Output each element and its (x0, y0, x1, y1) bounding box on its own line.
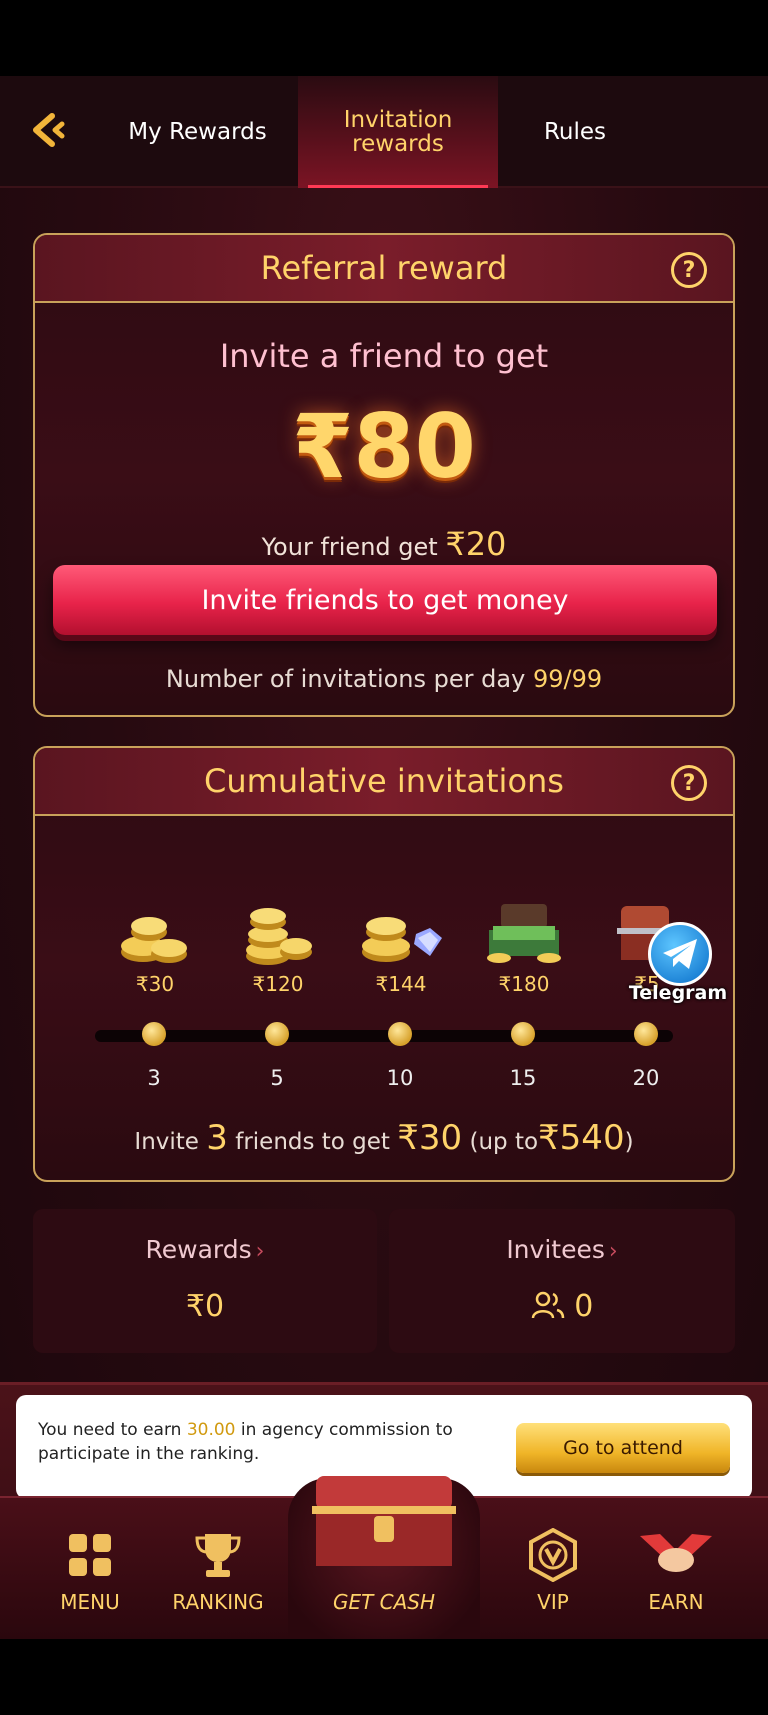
top-tab-bar: My Rewards Invitation rewards Rules (0, 76, 768, 188)
invitees-label: Invitees › (389, 1235, 735, 1264)
coins-gems-icon (346, 898, 456, 968)
invite-friend-text: Invite a friend to get (219, 337, 549, 375)
system-nav-bar (0, 1639, 768, 1715)
invitees-label-text: Invitees (506, 1235, 605, 1264)
friend-reward-amount: ₹20 (445, 525, 507, 563)
nav-label: EARN (648, 1590, 704, 1614)
tab-label: Invitation rewards (343, 106, 453, 157)
per-day-value: 99/99 (532, 665, 603, 693)
milestone-item: ₹120 (223, 898, 333, 996)
nav-menu[interactable]: MENU (30, 1526, 150, 1614)
nav-get-cash[interactable]: GET CASH (288, 1476, 480, 1639)
bottom-nav: MENU RANKING GET CASH VIP EARN (0, 1476, 768, 1639)
nav-ranking[interactable]: RANKING (158, 1526, 278, 1614)
friend-reward-label: Your friend get (261, 533, 438, 561)
milestone-count: 15 (509, 1066, 537, 1090)
chevron-right-icon: › (608, 1239, 618, 1264)
invitees-value-row: 0 (389, 1289, 735, 1324)
summary-text: Invite (134, 1129, 199, 1155)
rewards-label-text: Rewards (145, 1235, 252, 1264)
milestone-dot (142, 1022, 166, 1046)
per-day-label: Number of invitations per day (165, 665, 526, 693)
referral-reward-card: Referral reward ? Invite a friend to get… (33, 233, 735, 717)
treasure-chest-icon (304, 1472, 464, 1572)
app-screen: My Rewards Invitation rewards Rules Refe… (0, 76, 768, 1639)
telegram-icon (648, 922, 712, 986)
chevron-right-icon: › (255, 1239, 265, 1264)
milestone-amount: ₹144 (375, 972, 427, 996)
progress-track (95, 1030, 673, 1042)
milestone-count: 20 (632, 1066, 660, 1090)
summary-max: ₹540 (538, 1118, 625, 1158)
notice-amount: 30.00 (186, 1420, 236, 1440)
summary-text: ) (624, 1129, 634, 1155)
milestone-dot (265, 1022, 289, 1046)
tab-label: My Rewards (128, 118, 267, 145)
tab-invitation-rewards[interactable]: Invitation rewards (298, 76, 498, 188)
back-icon[interactable] (28, 110, 68, 150)
invitees-value: 0 (574, 1289, 594, 1324)
invitations-per-day: Number of invitations per day 99/99 (35, 665, 733, 693)
milestone-count: 3 (147, 1066, 161, 1090)
milestone-amount: ₹120 (252, 972, 304, 996)
summary-amount: ₹30 (397, 1118, 463, 1158)
summary-text: friends to get (235, 1129, 390, 1155)
milestone-item: ₹144 (346, 898, 456, 996)
nav-earn[interactable]: EARN (616, 1526, 736, 1614)
card-title: Referral reward (260, 249, 508, 287)
milestone-dot (634, 1022, 658, 1046)
nav-label: MENU (60, 1590, 120, 1614)
coin-stack-small-icon (100, 898, 210, 968)
milestone-dot (511, 1022, 535, 1046)
telegram-float-button[interactable]: Telegram (618, 922, 738, 1012)
nav-label: GET CASH (332, 1590, 436, 1614)
milestone-dot (388, 1022, 412, 1046)
referral-reward-header: Referral reward ? (35, 235, 733, 303)
tab-label: Rules (543, 118, 607, 145)
tab-rules[interactable]: Rules (500, 76, 650, 188)
summary-count: 3 (206, 1118, 228, 1158)
card-title: Cumulative invitations (204, 762, 564, 800)
rewards-label: Rewards › (33, 1235, 377, 1264)
nav-label: VIP (537, 1590, 569, 1614)
status-bar (0, 0, 768, 76)
rewards-value: ₹0 (185, 1289, 225, 1324)
friend-reward-text: Your friend get ₹20 (35, 525, 733, 563)
invitees-stat-card[interactable]: Invitees › 0 (389, 1209, 735, 1353)
telegram-label: Telegram (628, 982, 728, 1004)
cumulative-summary: Invite 3 friends to get ₹30 (up to₹540) (35, 1118, 733, 1158)
notice-text: You need to earn (38, 1420, 182, 1440)
nav-vip[interactable]: VIP (493, 1526, 613, 1614)
go-to-attend-button[interactable]: Go to attend (516, 1423, 730, 1473)
rewards-stat-card[interactable]: Rewards › ₹0 (33, 1209, 377, 1353)
users-icon (531, 1291, 564, 1319)
cumulative-header: Cumulative invitations ? (35, 748, 733, 816)
summary-text: (up to (469, 1129, 539, 1155)
milestone-count: 5 (270, 1066, 284, 1090)
milestone-item: ₹180 (469, 898, 579, 996)
cash-chest-icon (469, 898, 579, 968)
help-icon[interactable]: ? (671, 252, 707, 288)
nav-label: RANKING (172, 1590, 264, 1614)
vip-badge-icon (493, 1526, 613, 1584)
invite-friends-button[interactable]: Invite friends to get money (53, 565, 717, 635)
milestone-amount: ₹180 (498, 972, 550, 996)
referral-amount: ₹80 (292, 395, 476, 498)
tab-my-rewards[interactable]: My Rewards (110, 76, 285, 188)
coin-stack-medium-icon (223, 898, 333, 968)
menu-grid-icon (30, 1526, 150, 1584)
milestone-count: 10 (386, 1066, 414, 1090)
milestone-amount: ₹30 (135, 972, 175, 996)
ranking-notice-text: You need to earn 30.00 in agency commiss… (38, 1419, 478, 1467)
handshake-icon (616, 1526, 736, 1584)
trophy-icon (158, 1526, 278, 1584)
milestone-item: ₹30 (100, 898, 210, 996)
help-icon[interactable]: ? (671, 765, 707, 801)
